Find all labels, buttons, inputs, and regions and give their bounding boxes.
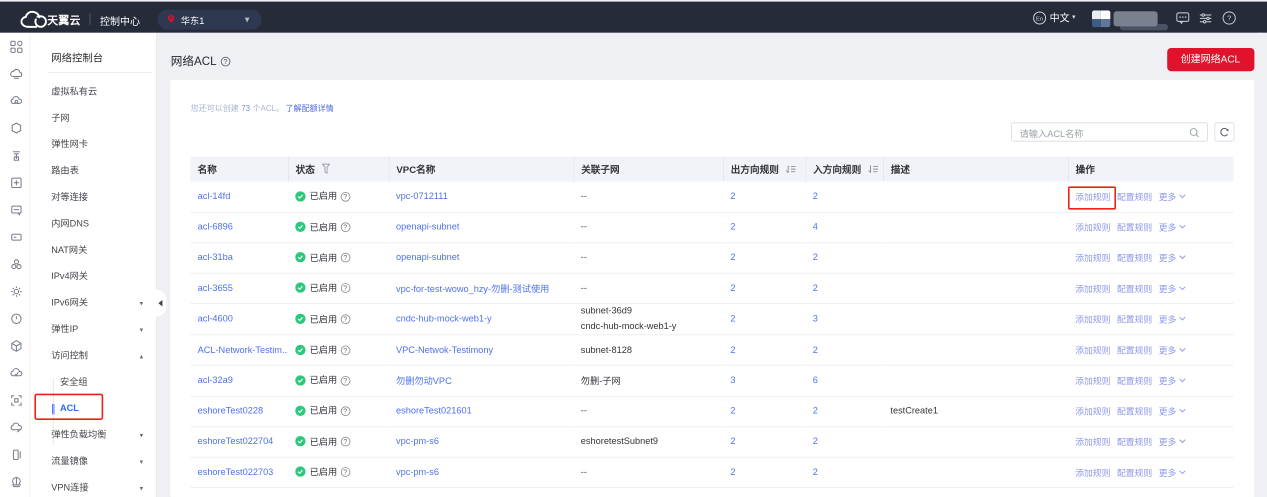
svg-text:?: ? — [1227, 14, 1231, 23]
svg-text:En: En — [1036, 16, 1043, 22]
